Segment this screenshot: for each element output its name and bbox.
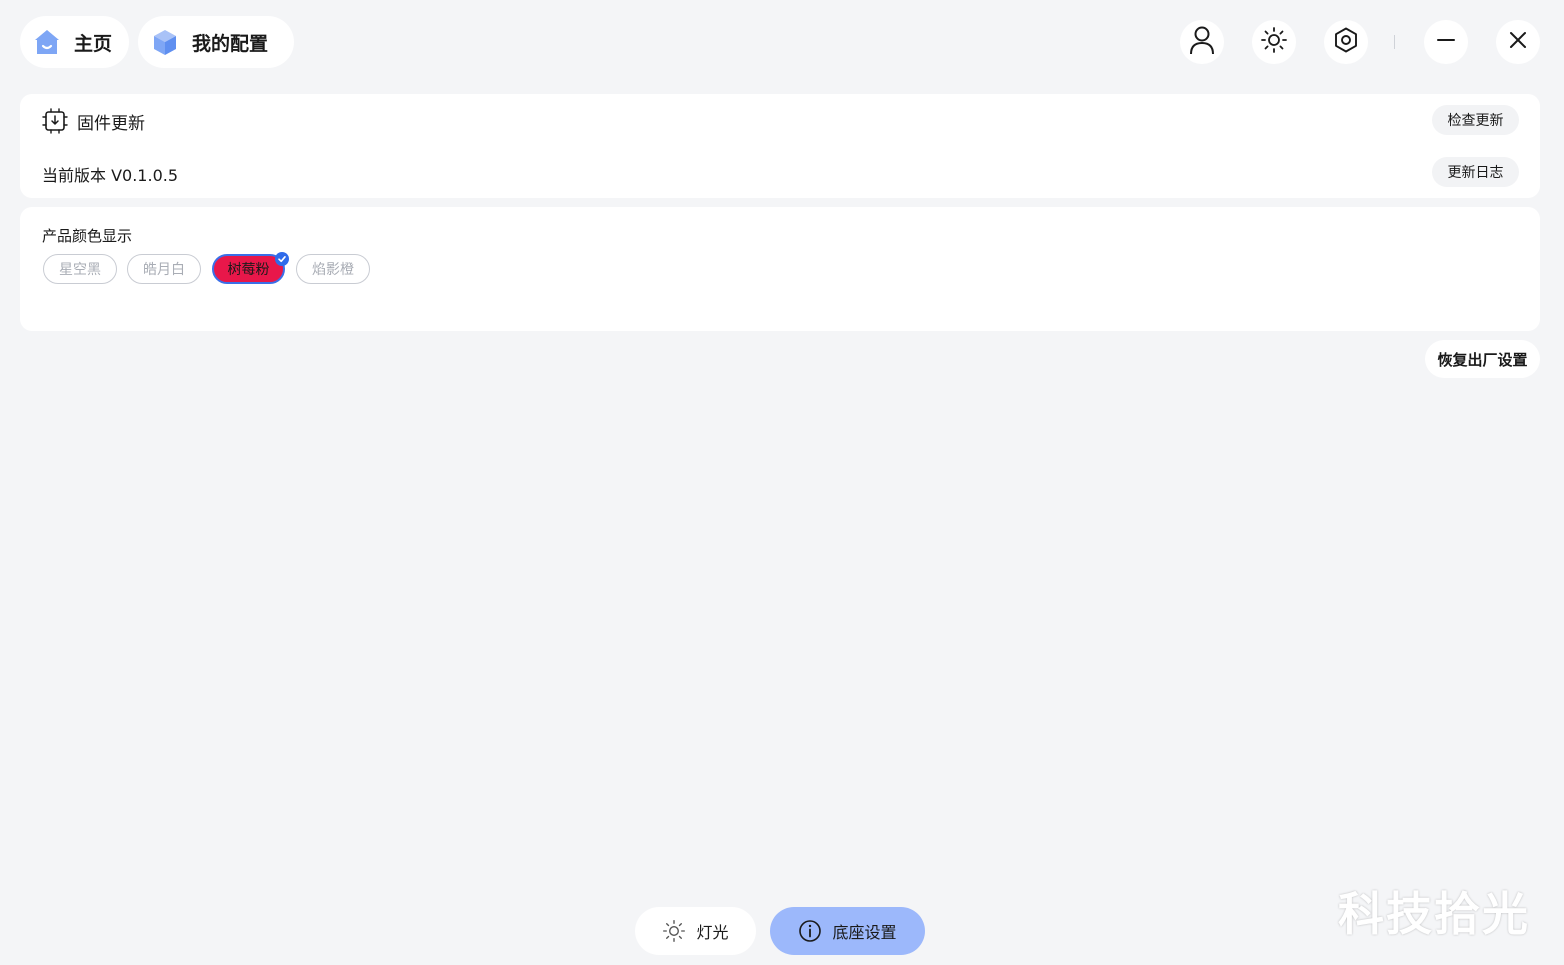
toolbar-divider [1394,35,1395,49]
user-icon [1188,25,1216,59]
sun-icon [662,919,686,943]
sun-icon [1260,26,1288,58]
factory-reset-button[interactable]: 恢复出厂设置 [1425,340,1540,378]
product-color-title: 产品颜色显示 [42,227,133,245]
current-version-text: 当前版本 V0.1.0.5 [42,166,179,185]
changelog-button[interactable]: 更新日志 [1432,157,1519,187]
tab-base-settings-label: 底座设置 [832,923,897,942]
check-update-button[interactable]: 检查更新 [1432,105,1519,135]
nav-config-label: 我的配置 [192,32,269,55]
cube-icon [150,27,180,57]
tab-base-settings[interactable]: 底座设置 [770,907,925,955]
color-option-white[interactable]: 皓月白 [127,254,201,284]
watermark-text: 科技拾光 [1338,887,1530,941]
selected-check-icon [275,252,289,266]
tab-light[interactable]: 灯光 [635,907,756,955]
firmware-card [20,94,1540,198]
color-option-black[interactable]: 星空黑 [43,254,117,284]
minimize-icon [1436,30,1456,54]
brightness-button[interactable] [1252,20,1296,64]
firmware-chip-icon [42,108,68,138]
firmware-title: 固件更新 [77,114,145,134]
nav-home-label: 主页 [74,32,113,55]
info-icon [798,919,822,943]
minimize-button[interactable] [1424,20,1468,64]
settings-hex-icon [1332,26,1360,58]
color-option-orange[interactable]: 焰影橙 [296,254,370,284]
tab-light-label: 灯光 [696,923,729,942]
home-icon [32,27,62,57]
close-button[interactable] [1496,20,1540,64]
settings-button[interactable] [1324,20,1368,64]
account-button[interactable] [1180,20,1224,64]
nav-home-button[interactable]: 主页 [20,16,129,68]
close-icon [1508,30,1528,54]
nav-config-button[interactable]: 我的配置 [138,16,294,68]
